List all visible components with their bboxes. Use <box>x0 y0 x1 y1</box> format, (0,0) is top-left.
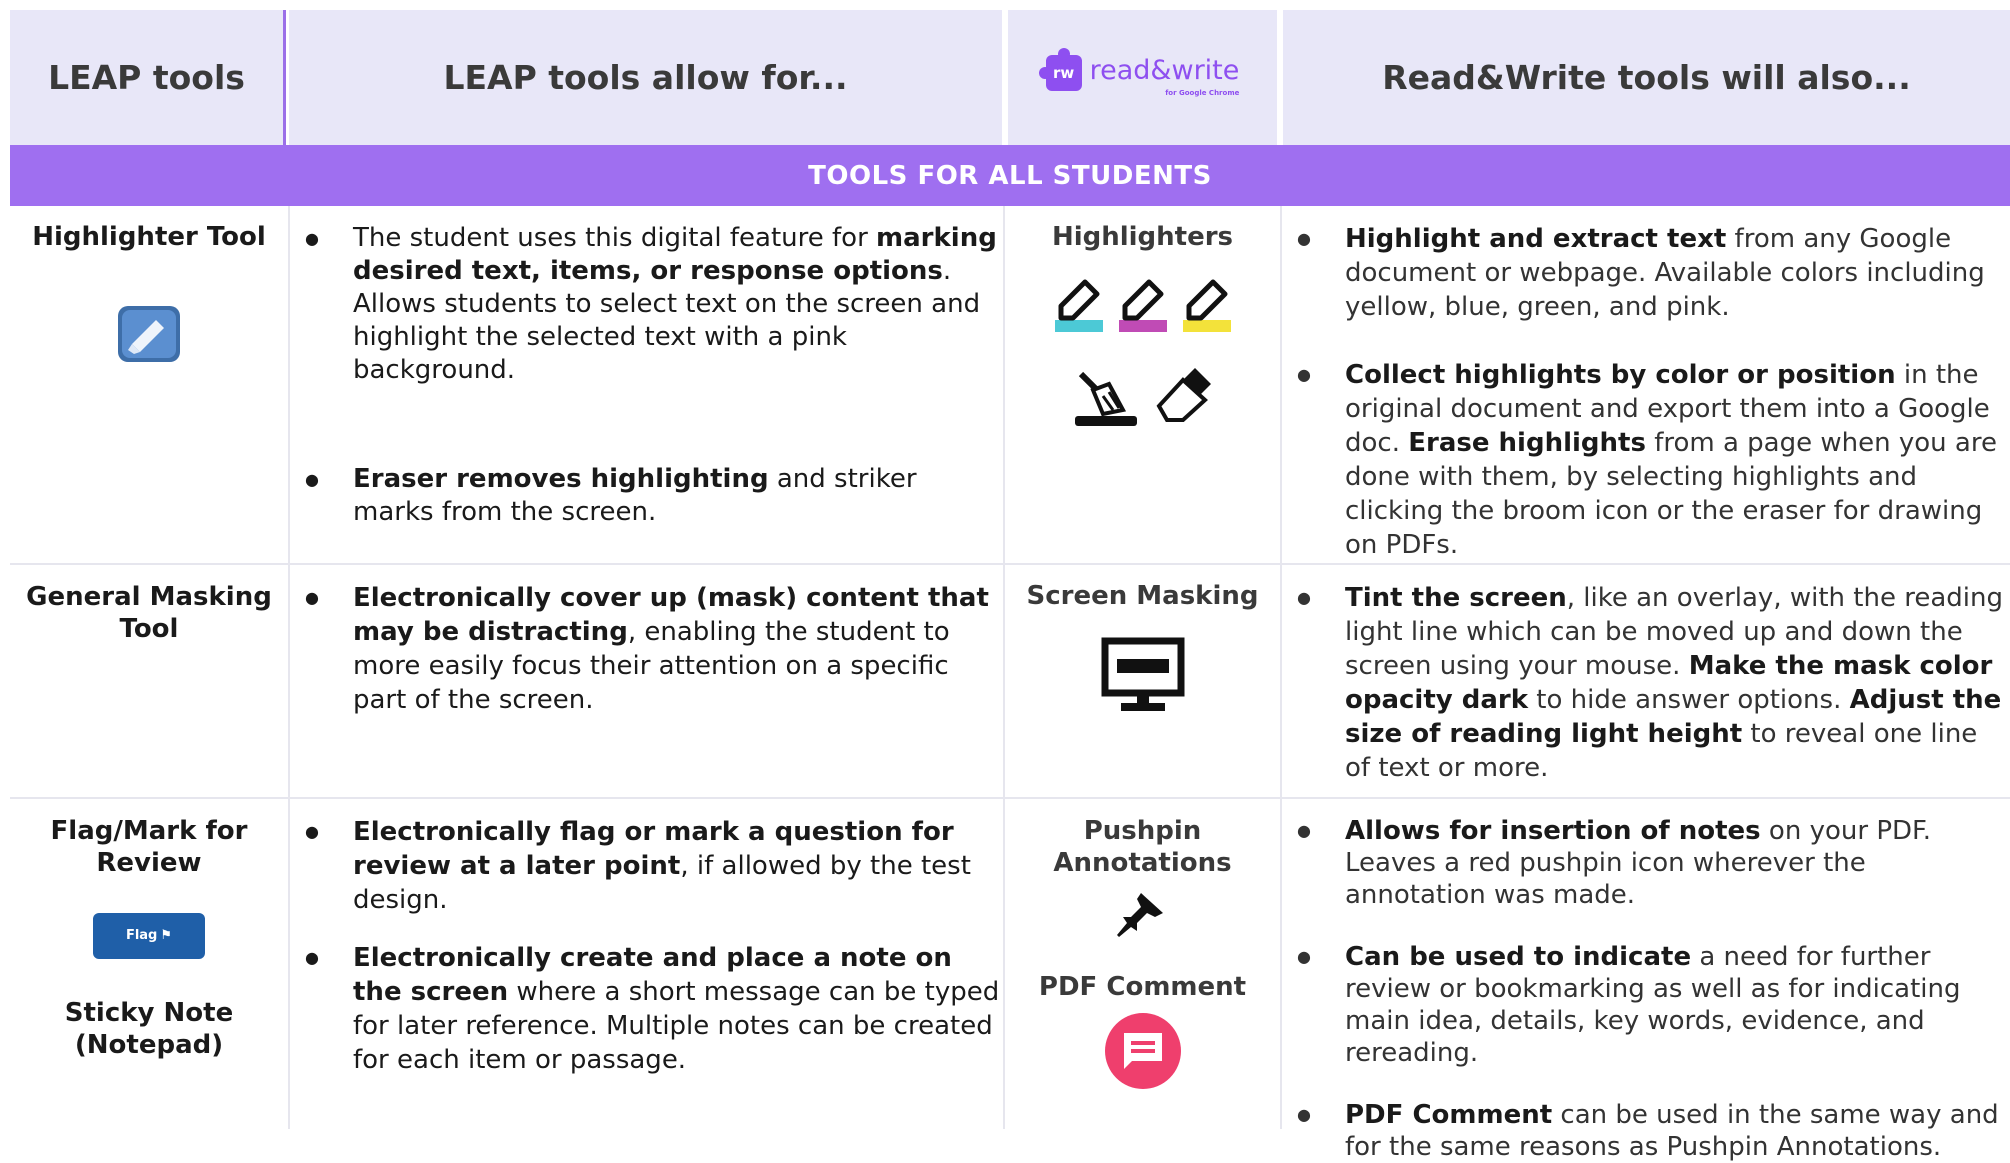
list-item: Electronically cover up (mask) content t… <box>291 581 1002 717</box>
list-item: Allows for insertion of notes on your PD… <box>1283 815 2010 911</box>
list-item: PDF Comment can be used in the same way … <box>1283 1099 2010 1163</box>
header-readwrite-also: Read&Write tools will also... <box>1283 10 2010 145</box>
row1-leap-tool: Highlighter Tool <box>10 222 288 371</box>
row1-rw-tool: Highlighters <box>1006 222 1279 428</box>
rw-tool-name: Highlighters <box>1051 222 1234 252</box>
rw-tool-name: Screen Masking <box>1026 581 1259 611</box>
tools-comparison-table: LEAP tools LEAP tools allow for... rw re… <box>10 10 2010 1162</box>
header-readwrite-also-label: Read&Write tools will also... <box>1382 58 1911 97</box>
leap-tool-name: General Masking Tool <box>26 582 272 644</box>
row2-leap-tool: General Masking Tool <box>10 581 288 645</box>
divider <box>1280 206 1282 1129</box>
readwrite-puzzle-icon: rw <box>1038 47 1082 91</box>
highlighter-yellow-icon <box>1182 279 1231 332</box>
rw-tool-name-2: PDF Comment <box>1038 972 1247 1002</box>
header-leap-tools-label: LEAP tools <box>48 58 245 97</box>
header-leap-allow: LEAP tools allow for... <box>289 10 1002 145</box>
row1-allow: The student uses this digital feature fo… <box>291 222 1002 529</box>
row1-rw: Highlight and extract text from any Goog… <box>1283 222 2010 562</box>
broom-icon <box>1074 371 1137 426</box>
row2-allow: Electronically cover up (mask) content t… <box>291 581 1002 717</box>
flag-icon: ⚑ <box>160 928 173 943</box>
divider <box>1003 206 1005 1129</box>
leap-tool-name: Highlighter Tool <box>32 222 266 252</box>
header-readwrite-logo: rw read&write for Google Chrome <box>1006 10 1279 145</box>
header-leap-allow-label: LEAP tools allow for... <box>443 58 848 97</box>
list-item: Eraser removes highlighting and striker … <box>291 463 1002 529</box>
list-item: Tint the screen, like an overlay, with t… <box>1283 581 2010 785</box>
divider <box>10 797 2010 799</box>
row3-rw-tool: Pushpin Annotations PDF Comment <box>1006 815 1279 1099</box>
row3-allow: Electronically flag or mark a question f… <box>291 815 1002 1077</box>
list-item: Electronically flag or mark a question f… <box>291 815 1002 917</box>
row2-rw: Tint the screen, like an overlay, with t… <box>1283 581 2010 785</box>
leap-tool-name: Flag/Mark for Review <box>50 816 248 878</box>
flag-button: Flag ⚑ <box>93 913 205 959</box>
section-banner: TOOLS FOR ALL STUDENTS <box>10 145 2010 206</box>
readwrite-logo: rw read&write for Google Chrome <box>1038 47 1240 97</box>
divider <box>288 206 290 1129</box>
list-item: The student uses this digital feature fo… <box>291 222 1002 387</box>
row3-leap-tool: Flag/Mark for Review Flag ⚑ Sticky Note (… <box>10 815 288 1061</box>
banner-label: TOOLS FOR ALL STUDENTS <box>808 160 1212 191</box>
comment-icon <box>1104 1013 1181 1089</box>
clear-icons <box>1006 366 1279 428</box>
list-item: Collect highlights by color or position … <box>1283 358 2010 562</box>
highlighter-magenta-icon <box>1118 279 1167 332</box>
rw-tool-name: Pushpin Annotations <box>1053 816 1232 878</box>
logo-subtext: for Google Chrome <box>1165 89 1240 97</box>
row3-rw: Allows for insertion of notes on your PD… <box>1283 815 2010 1163</box>
highlighter-cyan-icon <box>1054 279 1103 332</box>
list-item: Electronically create and place a note o… <box>291 941 1002 1077</box>
logo-text: read&write <box>1089 55 1240 86</box>
list-item: Highlight and extract text from any Goog… <box>1283 222 2010 324</box>
divider <box>10 563 2010 565</box>
highlighter-tool-icon <box>118 306 180 362</box>
list-item: Can be used to indicate a need for furth… <box>1283 941 2010 1069</box>
leap-tool-name-2: Sticky Note (Notepad) <box>64 998 234 1060</box>
highlighter-icons <box>1006 276 1279 334</box>
screen-mask-icon <box>1101 637 1184 711</box>
row2-rw-tool: Screen Masking <box>1006 581 1279 720</box>
pushpin-icon <box>1116 893 1163 937</box>
eraser-icon <box>1156 368 1211 422</box>
header-leap-tools: LEAP tools <box>10 10 286 145</box>
